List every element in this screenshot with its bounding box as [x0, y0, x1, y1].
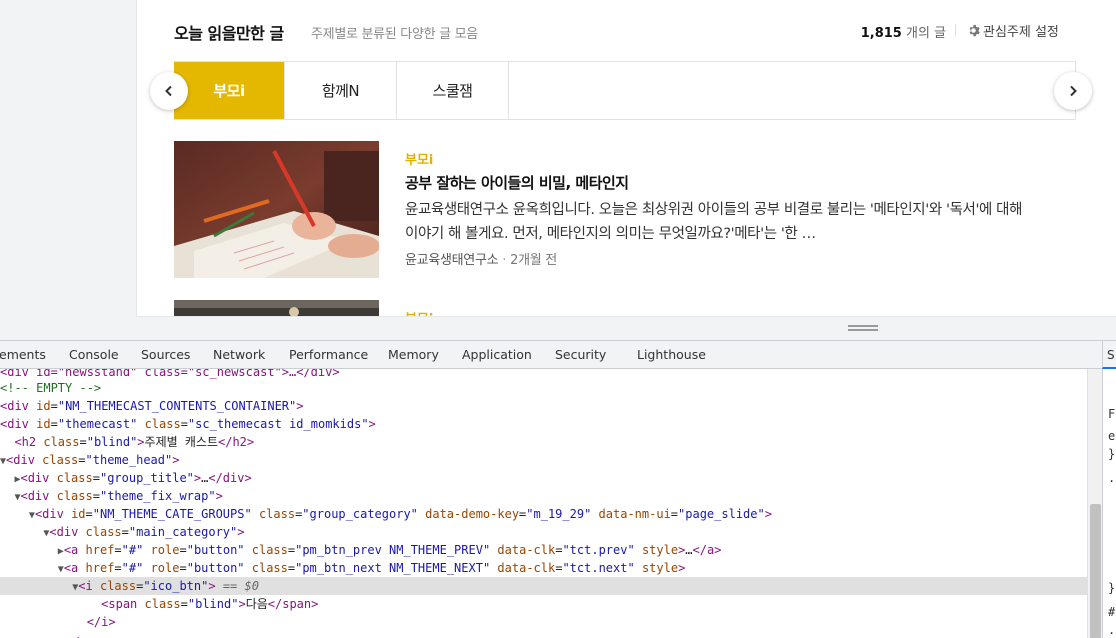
tab-performance[interactable]: Performance: [289, 347, 368, 362]
tab-together[interactable]: 함께N: [285, 62, 397, 119]
article-photo: [174, 300, 379, 316]
devtools-resize-handle[interactable]: [0, 318, 1116, 340]
article-summary[interactable]: 윤교육생태연구소 윤옥희입니다. 오늘은 최상위권 아이들의 공부 비결로 불리…: [405, 198, 1025, 246]
child-studying-photo: [174, 141, 379, 278]
category-tabs: 부모i 함께N 스쿨잼: [174, 61, 1076, 120]
article-count: 1,815 개의 글: [861, 22, 946, 41]
article-thumbnail[interactable]: [174, 141, 379, 278]
divider: [955, 24, 956, 36]
tab-memory[interactable]: Memory: [388, 347, 439, 362]
next-button[interactable]: [1054, 72, 1092, 110]
dom-comment[interactable]: <!-- EMPTY -->: [0, 379, 101, 397]
article-thumbnail[interactable]: [174, 300, 379, 316]
devtools-panel: ements Console Sources Network Performan…: [0, 340, 1116, 638]
themecast-section: 오늘 읽을만한 글 주제별로 분류된 다양한 글 모음 1,815 개의 글 관…: [136, 0, 1116, 317]
article-item[interactable]: 부모i 공부 잘하는 아이들의 비밀, 메타인지 윤교육생태연구소 윤옥희입니다…: [174, 141, 1054, 281]
styles-text: }: [1108, 447, 1116, 461]
dom-node[interactable]: ▼<div class="theme_fix_wrap">: [0, 487, 222, 505]
interest-setting-label: 관심주제 설정: [983, 25, 1059, 40]
article-count-number: 1,815: [860, 26, 902, 41]
dom-node[interactable]: <div id="NM_THEMECAST_CONTENTS_CONTAINER…: [0, 397, 304, 415]
styles-text: F: [1108, 407, 1116, 421]
dom-node[interactable]: ▶<a href="#" role="button" class="pm_btn…: [0, 541, 722, 559]
themecast-subtitle: 주제별로 분류된 다양한 글 모음: [311, 27, 478, 42]
article-count-unit: 개의 글: [905, 26, 946, 41]
dom-node[interactable]: <span class="blind">다음</span>: [0, 595, 318, 613]
dom-node[interactable]: </i>: [0, 613, 116, 631]
styles-tab[interactable]: S: [1102, 341, 1116, 369]
dom-tree-scrollbar[interactable]: [1087, 369, 1102, 638]
article-time: 2개월 전: [510, 253, 557, 268]
styles-text: #: [1108, 605, 1116, 619]
prev-button[interactable]: [150, 72, 188, 110]
gear-icon: [969, 24, 980, 37]
meta-dot: ·: [502, 253, 507, 268]
tab-network[interactable]: Network: [213, 347, 265, 362]
interest-setting-button[interactable]: 관심주제 설정: [967, 21, 1059, 40]
tab-application[interactable]: Application: [462, 347, 532, 362]
dom-node-selected[interactable]: ▼<i class="ico_btn"> == $0: [0, 577, 1087, 595]
tab-console[interactable]: Console: [69, 347, 119, 362]
styles-text: }: [1108, 581, 1116, 595]
tab-lighthouse[interactable]: Lighthouse: [637, 347, 706, 362]
article-source[interactable]: 윤교육생태연구소: [405, 253, 499, 268]
dom-node[interactable]: <div id="themecast" class="sc_themecast …: [0, 415, 376, 433]
tab-parents[interactable]: 부모i: [174, 62, 285, 119]
dom-node[interactable]: <h2 class="blind">주제별 캐스트</h2>: [0, 433, 254, 451]
chevron-left-icon: [165, 85, 172, 97]
article-title[interactable]: 공부 잘하는 아이들의 비밀, 메타인지: [405, 172, 629, 193]
styles-text: e: [1108, 429, 1116, 443]
tab-security[interactable]: Security: [555, 347, 606, 362]
dom-tree: <div id="newsstand" class="sc_newscast">…: [0, 369, 1087, 638]
dom-node[interactable]: <: [0, 631, 79, 638]
article-category[interactable]: 부모i: [405, 149, 433, 168]
dom-node[interactable]: ▼<div id="NM_THEME_CATE_GROUPS" class="g…: [0, 505, 772, 523]
tab-elements[interactable]: ements: [0, 347, 46, 362]
article-meta: 윤교육생태연구소 · 2개월 전: [405, 249, 557, 268]
dom-node[interactable]: ▼<div class="theme_head">: [0, 451, 179, 469]
styles-pane: F e } . } # .: [1102, 369, 1116, 638]
scrollbar-thumb[interactable]: [1090, 504, 1101, 638]
dom-node[interactable]: ▼<a href="#" role="button" class="pm_btn…: [0, 559, 686, 577]
styles-text: .: [1108, 623, 1116, 637]
dom-node[interactable]: ▼<div class="main_category">: [0, 523, 244, 541]
tab-schooljam[interactable]: 스쿨잼: [397, 62, 509, 119]
styles-text: .: [1108, 471, 1116, 485]
tab-sources[interactable]: Sources: [141, 347, 190, 362]
chevron-right-icon: [1070, 85, 1077, 97]
devtools-tabbar: ements Console Sources Network Performan…: [0, 341, 1116, 369]
dom-node[interactable]: ▶<div class="group_title">…</div>: [0, 469, 251, 487]
page-viewport: 오늘 읽을만한 글 주제별로 분류된 다양한 글 모음 1,815 개의 글 관…: [0, 0, 1116, 318]
grip-icon: [848, 325, 878, 331]
article-category[interactable]: 부모i: [405, 308, 433, 316]
article-item[interactable]: 부모i: [174, 300, 1054, 316]
themecast-title: 오늘 읽을만한 글: [174, 24, 284, 43]
